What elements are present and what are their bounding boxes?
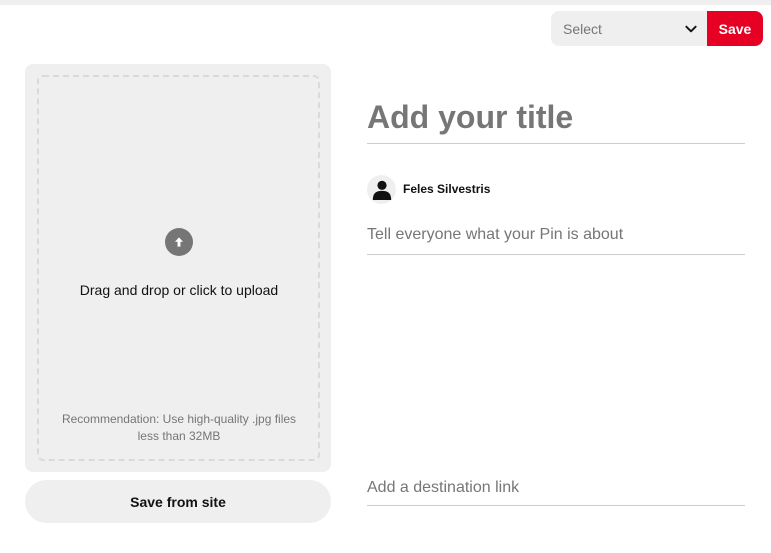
destination-link-input[interactable]: Add a destination link	[367, 474, 745, 506]
save-from-site-button[interactable]: Save from site	[25, 480, 331, 523]
user-silhouette-icon	[372, 180, 391, 200]
chevron-down-icon	[685, 25, 697, 32]
upload-arrow-icon	[165, 228, 193, 256]
description-input[interactable]: Tell everyone what your Pin is about	[367, 222, 745, 255]
author-info: Feles Silvestris	[367, 173, 490, 205]
author-name: Feles Silvestris	[403, 182, 491, 196]
board-select-dropdown[interactable]: Select	[551, 11, 708, 46]
upload-instructions: Drag and drop or click to upload	[79, 282, 279, 298]
avatar	[367, 174, 396, 204]
upload-recommendation: Recommendation: Use high-quality .jpg fi…	[61, 412, 297, 443]
board-select-label: Select	[563, 20, 602, 37]
title-input[interactable]: Add your title	[367, 90, 745, 144]
upload-panel: Drag and drop or click to upload Recomme…	[25, 64, 331, 472]
save-button[interactable]: Save	[707, 11, 763, 46]
top-strip	[0, 0, 771, 5]
upload-dropzone[interactable]: Drag and drop or click to upload Recomme…	[37, 75, 320, 461]
